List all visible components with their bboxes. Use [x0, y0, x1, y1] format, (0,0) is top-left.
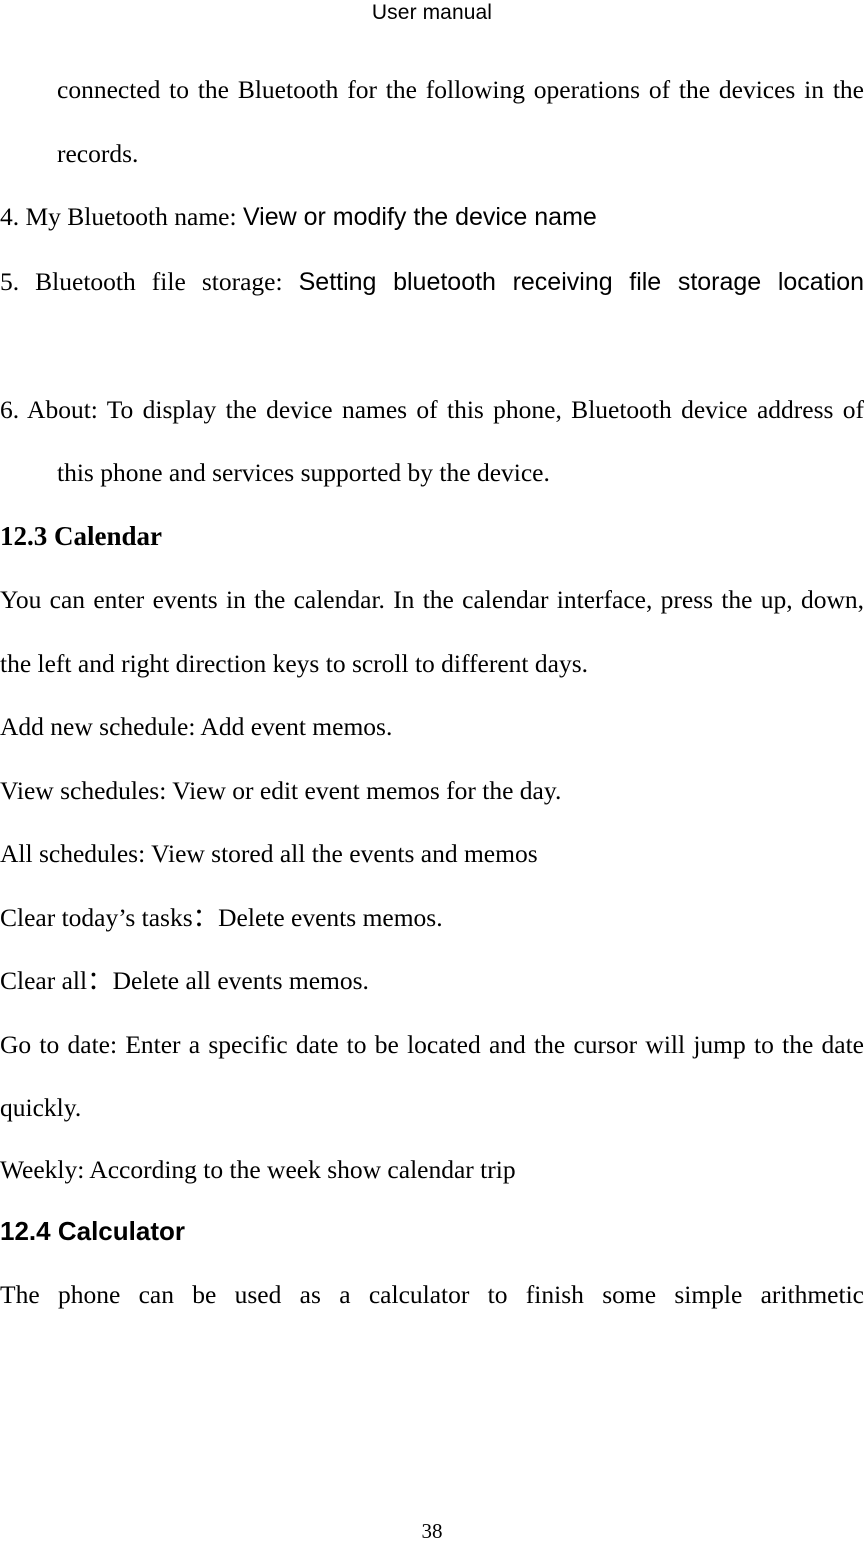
calendar-all-schedules: All schedules: View stored all the event… — [0, 839, 538, 868]
calendar-weekly: Weekly: According to the week show calen… — [0, 1154, 516, 1184]
calendar-add-new-schedule: Add new schedule: Add event memos. — [0, 712, 393, 741]
bluetooth-item-5-label: 5. Bluetooth file storage: — [0, 266, 299, 296]
calendar-clear-todays-tasks: Clear today’s tasks：Delete events memos. — [0, 902, 443, 932]
bluetooth-item-5-value: Setting bluetooth receiving file storage… — [298, 267, 864, 296]
calculator-intro-paragraph: The phone can be used as a calculator to… — [0, 1280, 864, 1309]
manual-page: User manual connected to the Bluetooth f… — [0, 0, 864, 1556]
running-header: User manual — [371, 1, 493, 24]
section-heading-calculator: 12.4 Calculator — [0, 1215, 185, 1246]
page-number: 38 — [421, 1519, 443, 1543]
bluetooth-item-4-value: View or modify the device name — [242, 203, 597, 231]
bluetooth-item-6: 6. About: To display the device names of… — [0, 394, 864, 488]
bluetooth-item-4-label: 4. My Bluetooth name: — [0, 202, 243, 231]
page-content: connected to the Bluetooth for the follo… — [0, 58, 864, 1390]
calendar-view-schedules: View schedules: View or edit event memos… — [0, 775, 562, 805]
calendar-clear-all: Clear all：Delete all events memos. — [0, 966, 369, 995]
bluetooth-item-4: 4. My Bluetooth name: View or modify the… — [0, 185, 864, 250]
section-heading-calendar: 12.3 Calendar — [0, 520, 162, 551]
bluetooth-item-3-continuation: connected to the Bluetooth for the follo… — [57, 75, 864, 168]
calendar-intro-paragraph: You can enter events in the calendar. In… — [0, 585, 864, 678]
bluetooth-item-5: 5. Bluetooth file storage: Setting bluet… — [0, 250, 864, 378]
calendar-go-to-date: Go to date: Enter a specific date to be … — [0, 1029, 864, 1123]
